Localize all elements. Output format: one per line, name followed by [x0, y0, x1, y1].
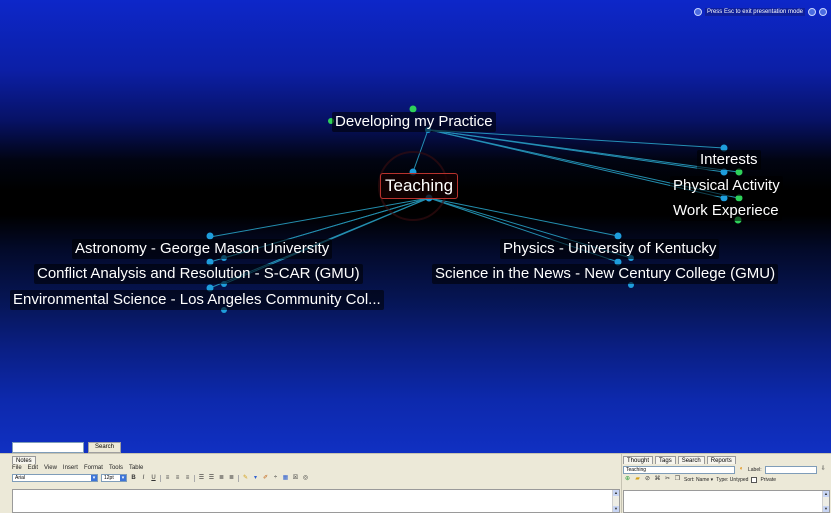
thought-name-row: Teaching ◐ Label: ⇩ [622, 464, 831, 474]
link-jump-interests [429, 129, 725, 149]
thought-child-astronomy[interactable]: Astronomy - George Mason University [72, 239, 333, 259]
notes-menubar: File Edit View Insert Format Tools Table [0, 464, 621, 473]
tab-reports[interactable]: Reports [706, 456, 736, 464]
outdent-icon[interactable]: ≣ [218, 475, 225, 482]
format-toolbar: Arial ▾ 12pt ▾ B I U ≡ ≡ ≡ ☰ ☰ ≣ ≣ ✎ ▾ ✐… [0, 473, 621, 483]
image-icon[interactable]: ☒ [292, 475, 299, 482]
thought-child-science-news[interactable]: Science in the News - New Century Colleg… [432, 264, 779, 284]
copy-icon[interactable]: ❐ [674, 476, 681, 483]
font-value: Arial [15, 475, 26, 481]
label-field[interactable] [764, 465, 817, 474]
tab-notes[interactable]: Notes [12, 456, 36, 464]
text-color-icon[interactable]: ▾ [252, 475, 259, 482]
font-size-select[interactable]: 12pt ▾ [101, 474, 127, 482]
search-strip: Search [0, 441, 122, 453]
presentation-settings-icon[interactable] [819, 8, 827, 16]
highlight-icon[interactable]: ✎ [242, 475, 249, 482]
private-checkbox[interactable] [751, 476, 758, 483]
underline-icon[interactable]: U [150, 475, 157, 482]
chevron-down-icon: ▾ [120, 475, 126, 481]
presentation-icon[interactable] [693, 8, 702, 16]
toolbar-separator [160, 474, 161, 482]
sort-menu[interactable]: Sort: Name ▾ [684, 477, 713, 483]
scroll-up-icon[interactable]: ▲ [613, 490, 619, 496]
table-icon[interactable]: ▦ [282, 475, 289, 482]
align-left-icon[interactable]: ≡ [164, 475, 171, 482]
attach-icon[interactable]: ⊘ [644, 476, 651, 483]
notes-panel: Notes File Edit View Insert Format Tools… [0, 453, 621, 513]
menu-table[interactable]: Table [129, 464, 143, 473]
thought-options-row: ⊕ ▰ ⊘ ⌘ ✂ ❐ Sort: Name ▾ Type: Untyped P… [622, 474, 831, 484]
cut-icon[interactable]: ✂ [664, 476, 671, 483]
menu-tools[interactable]: Tools [109, 464, 123, 473]
link-parent-active [412, 129, 429, 173]
notes-scrollbar[interactable]: ▲ ▼ [612, 490, 619, 512]
thought-child-physics[interactable]: Physics - University of Kentucky [500, 239, 720, 259]
thought-jump-physical-activity[interactable]: Physical Activity [670, 176, 783, 196]
font-size-value: 12pt [104, 475, 114, 481]
folder-icon[interactable]: ▰ [634, 476, 641, 483]
thought-parent[interactable]: Developing my Practice [332, 112, 496, 132]
add-icon[interactable]: ⊕ [624, 476, 631, 483]
thought-name-field[interactable]: Teaching [623, 465, 735, 474]
tab-tags[interactable]: Tags [655, 456, 676, 464]
notes-editor[interactable]: ▲ ▼ [12, 489, 620, 513]
presentation-bar: Press Esc to exit presentation mode [693, 8, 827, 16]
link-child-astronomy [209, 197, 430, 238]
thought-name-value: Teaching [626, 466, 647, 473]
presentation-notice: Press Esc to exit presentation mode [704, 8, 805, 16]
toolbar-separator [194, 474, 195, 482]
align-right-icon[interactable]: ≡ [184, 475, 191, 482]
plex-canvas[interactable]: Press Esc to exit presentation mode Deve… [0, 0, 831, 453]
menu-edit[interactable]: Edit [28, 464, 38, 473]
link-lines [206, 105, 743, 313]
italic-icon[interactable]: I [140, 475, 147, 482]
tab-search[interactable]: Search [677, 456, 705, 464]
menu-format[interactable]: Format [84, 464, 103, 473]
palette-icon[interactable]: ◐ [738, 466, 745, 473]
eraser-icon[interactable]: ✐ [262, 475, 269, 482]
exit-presentation-icon[interactable] [808, 8, 816, 16]
scroll-up-icon[interactable]: ▲ [823, 491, 829, 497]
web-icon[interactable]: ⌘ [654, 476, 661, 483]
thought-jump-work-experience[interactable]: Work Experiece [670, 201, 782, 221]
thought-type[interactable]: Type: Untyped [716, 477, 748, 483]
bullet-list-icon[interactable]: ☰ [198, 475, 205, 482]
scroll-down-icon[interactable]: ▼ [613, 506, 619, 512]
scroll-down-icon[interactable]: ▼ [823, 506, 829, 512]
font-select[interactable]: Arial ▾ [12, 474, 98, 482]
attachments-list[interactable]: ▲ ▼ [623, 490, 830, 513]
bold-icon[interactable]: B [130, 475, 137, 482]
toolbar-separator [238, 474, 239, 482]
notes-tabs: Notes [0, 454, 621, 464]
link-icon[interactable]: ◎ [302, 475, 309, 482]
indent-icon[interactable]: ≣ [228, 475, 235, 482]
thought-jump-interests[interactable]: Interests [697, 150, 761, 170]
search-button[interactable]: Search [88, 441, 122, 453]
thought-active[interactable]: Teaching [380, 173, 459, 199]
thought-child-conflict-analysis[interactable]: Conflict Analysis and Resolution - S-CAR… [34, 264, 363, 284]
menu-file[interactable]: File [12, 464, 22, 473]
private-label: Private [760, 476, 776, 483]
chevron-down-icon: ▾ [91, 475, 97, 481]
properties-tabs: Thought Tags Search Reports [622, 454, 831, 464]
menu-view[interactable]: View [44, 464, 57, 473]
numbered-list-icon[interactable]: ☰ [208, 475, 215, 482]
menu-insert[interactable]: Insert [63, 464, 78, 473]
label-caption: Label: [748, 466, 762, 473]
search-input[interactable] [12, 441, 84, 453]
attachments-scrollbar[interactable]: ▲ ▼ [822, 491, 829, 512]
rule-icon[interactable]: ÷ [272, 475, 279, 482]
thought-child-environmental-science[interactable]: Environmental Science - Los Angeles Comm… [10, 290, 384, 310]
pin-icon[interactable]: ⇩ [820, 466, 827, 473]
tab-thought[interactable]: Thought [623, 456, 654, 464]
thought-properties-panel: Thought Tags Search Reports Teaching ◐ L… [621, 453, 831, 513]
align-center-icon[interactable]: ≡ [174, 475, 181, 482]
